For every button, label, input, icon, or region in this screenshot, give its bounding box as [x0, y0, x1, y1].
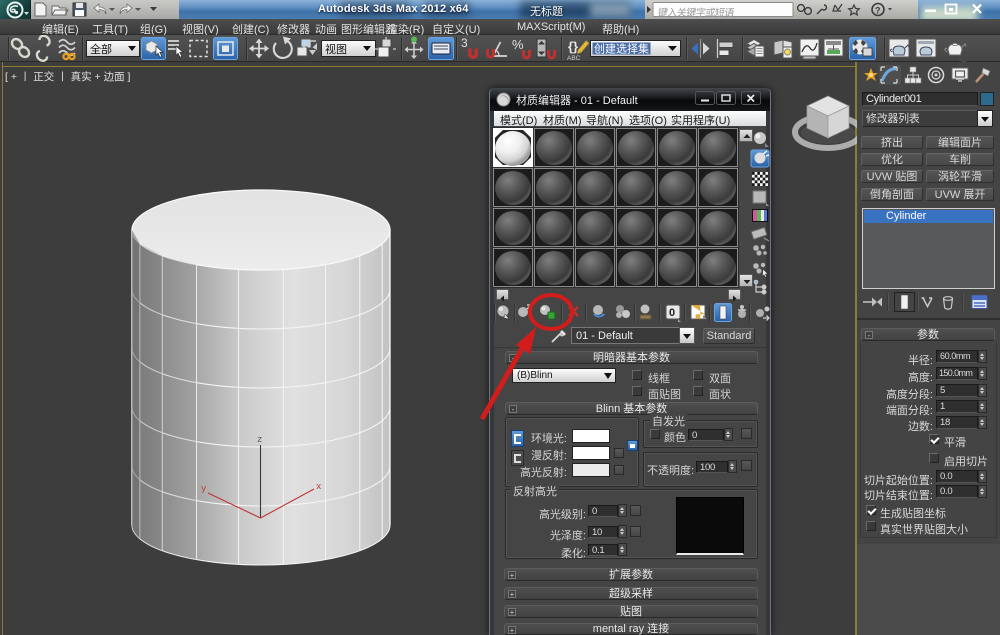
- svg-text:视图: 视图: [325, 42, 347, 56]
- svg-text:x: x: [316, 482, 321, 492]
- svg-text:z: z: [257, 435, 262, 445]
- svg-text:{}: {}: [568, 39, 578, 54]
- svg-text:创建选择集: 创建选择集: [594, 42, 649, 56]
- svg-text:ABC: ABC: [567, 55, 581, 62]
- svg-text:%: %: [512, 37, 524, 52]
- svg-text:0: 0: [669, 307, 675, 319]
- svg-text:全部: 全部: [90, 42, 112, 56]
- svg-text:3: 3: [461, 36, 468, 50]
- svg-text:y: y: [201, 484, 207, 494]
- svg-text:?: ?: [875, 6, 881, 16]
